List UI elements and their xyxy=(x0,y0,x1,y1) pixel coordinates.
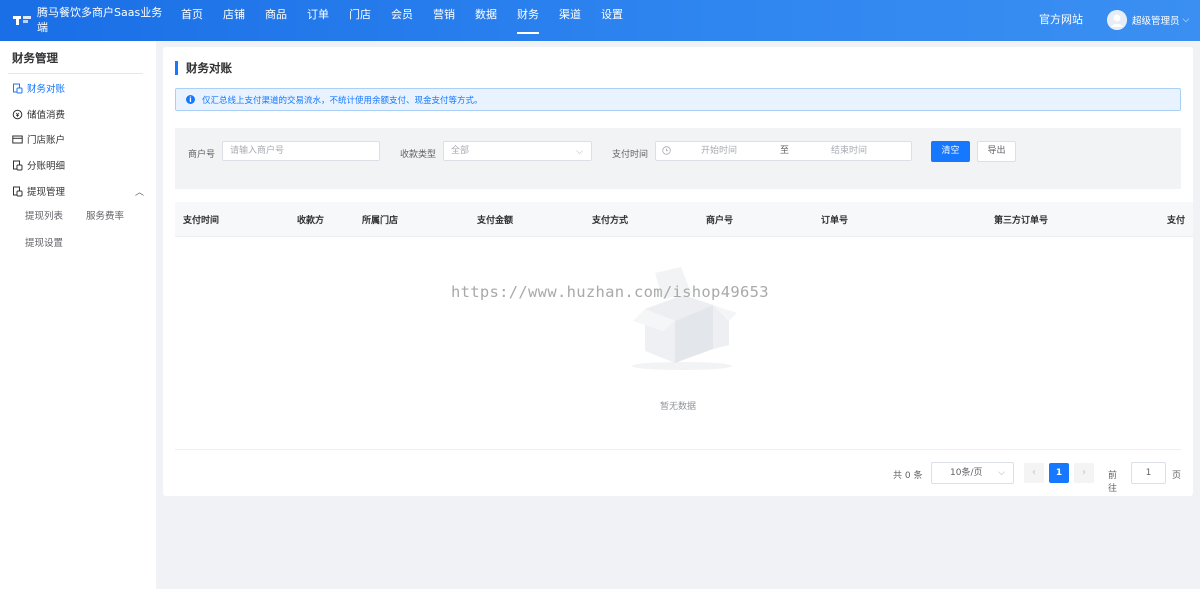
sidebar-sub-withdraw-settings[interactable]: 提现设置 xyxy=(25,235,63,249)
info-alert: i 仅汇总线上支付渠道的交易流水，不统计使用余额支付、现金支付等方式。 xyxy=(175,88,1181,111)
nav-channels[interactable]: 渠道 xyxy=(551,0,589,41)
sidebar-item-label: 门店账户 xyxy=(27,135,66,146)
page-size-select[interactable]: 10条/页 ⌵ xyxy=(931,462,1014,484)
user-menu[interactable]: 超级管理员 ⌵ xyxy=(1107,9,1189,31)
nav-data[interactable]: 数据 xyxy=(467,0,505,41)
chevron-down-icon: ⌵ xyxy=(1182,15,1190,25)
chevron-down-icon: ⌵ xyxy=(576,147,583,157)
avatar xyxy=(1107,10,1127,30)
page-unit-label: 页 xyxy=(1172,471,1182,481)
clock-icon xyxy=(662,146,671,155)
range-separator: 至 xyxy=(780,146,790,156)
nav-members[interactable]: 会员 xyxy=(383,0,421,41)
column-header: 所属门店 xyxy=(362,216,399,226)
filter-panel: 商户号 请输入商户号 收款类型 全部 ⌵ 支付时间 开始时间 至 结束时间 清空… xyxy=(175,128,1181,189)
prev-page-button[interactable]: ‹ xyxy=(1024,463,1044,483)
card-icon xyxy=(12,134,23,145)
coin-icon xyxy=(12,109,23,120)
merchant-label: 商户号 xyxy=(188,150,216,160)
table-body: https://www.huzhan.com/ishop49653 暂无数据 xyxy=(175,237,1181,450)
empty-box-icon xyxy=(632,267,737,370)
sidebar-item-withdraw[interactable]: 提现管理 xyxy=(12,183,65,199)
column-header: 第三方订单号 xyxy=(994,216,1049,226)
document-icon xyxy=(12,186,23,197)
main-nav: 首页 店铺 商品 订单 门店 会员 营销 数据 财务 渠道 设置 xyxy=(173,0,635,41)
merchant-input[interactable]: 请输入商户号 xyxy=(222,141,380,161)
payment-time-label: 支付时间 xyxy=(612,150,649,160)
info-icon: i xyxy=(186,95,195,104)
start-time-input[interactable]: 开始时间 xyxy=(701,142,737,160)
page-title: 财务对账 xyxy=(175,61,232,75)
sidebar-divider xyxy=(8,73,143,74)
main-card: 财务对账 i 仅汇总线上支付渠道的交易流水，不统计使用余额支付、现金支付等方式。… xyxy=(163,47,1193,496)
pagination-total: 共 0 条 xyxy=(893,471,923,481)
sidebar-sub-service-rate[interactable]: 服务费率 xyxy=(86,208,124,222)
column-header: 支付方式 xyxy=(592,216,629,226)
sidebar-item-label: 分账明细 xyxy=(27,161,66,172)
page-size-value: 10条/页 xyxy=(950,468,983,478)
goto-label: 前往 xyxy=(1108,471,1118,494)
document-icon xyxy=(12,83,23,94)
official-site-link[interactable]: 官方网站 xyxy=(1039,0,1083,40)
column-header: 收款方 xyxy=(297,216,325,226)
page-number-1[interactable]: 1 xyxy=(1049,463,1069,483)
payment-time-range[interactable]: 开始时间 至 结束时间 xyxy=(655,141,912,161)
nav-goods[interactable]: 商品 xyxy=(257,0,295,41)
goto-page-input[interactable]: 1 xyxy=(1131,462,1166,484)
empty-text: 暂无数据 xyxy=(659,402,696,412)
column-header: 商户号 xyxy=(706,216,734,226)
column-header: 支付 xyxy=(1167,216,1186,226)
brand[interactable]: 腾马餐饮多商户Saas业务端 xyxy=(12,5,162,37)
nav-marketing[interactable]: 营销 xyxy=(425,0,463,41)
nav-orders[interactable]: 订单 xyxy=(299,0,337,41)
brand-name: 腾马餐饮多商户Saas业务端 xyxy=(37,6,163,34)
chevron-down-icon: ⌵ xyxy=(998,468,1005,478)
column-header: 支付金额 xyxy=(477,216,514,226)
nav-finance[interactable]: 财务 xyxy=(509,0,547,41)
sidebar-item-label: 提现管理 xyxy=(27,187,66,198)
sidebar-item-store-account[interactable]: 门店账户 xyxy=(12,131,65,147)
payment-type-label: 收款类型 xyxy=(400,150,437,160)
nav-settings[interactable]: 设置 xyxy=(593,0,631,41)
brand-logo-icon xyxy=(13,16,31,25)
document-icon xyxy=(12,160,23,171)
payment-type-select[interactable]: 全部 ⌵ xyxy=(443,141,592,161)
sidebar-item-label: 财务对账 xyxy=(27,84,66,95)
sidebar-item-reconciliation[interactable]: 财务对账 xyxy=(12,80,65,96)
top-header: 腾马餐饮多商户Saas业务端 首页 店铺 商品 订单 门店 会员 营销 数据 财… xyxy=(0,0,1200,41)
clear-button[interactable]: 清空 xyxy=(931,141,970,162)
user-name: 超级管理员 xyxy=(1132,16,1180,27)
table-header: 支付时间 收款方 所属门店 支付金额 支付方式 商户号 订单号 第三方订单号 支… xyxy=(175,202,1193,237)
sidebar-item-label: 储值消费 xyxy=(27,110,66,121)
alert-text: 仅汇总线上支付渠道的交易流水，不统计使用余额支付、现金支付等方式。 xyxy=(202,95,483,106)
sidebar-title: 财务管理 xyxy=(12,51,58,65)
export-button[interactable]: 导出 xyxy=(977,141,1016,162)
next-page-button[interactable]: › xyxy=(1074,463,1094,483)
column-header: 订单号 xyxy=(821,216,849,226)
sidebar: 财务管理 财务对账 储值消费 门店账户 分账明细 提现管理 ︿ 提现列表 服务费… xyxy=(0,41,156,589)
chevron-up-icon[interactable]: ︿ xyxy=(135,185,144,198)
sidebar-item-split-detail[interactable]: 分账明细 xyxy=(12,157,65,173)
nav-shops[interactable]: 门店 xyxy=(341,0,379,41)
nav-store[interactable]: 店铺 xyxy=(215,0,253,41)
payment-type-value: 全部 xyxy=(451,146,470,156)
user-avatar-icon xyxy=(1107,10,1127,30)
end-time-input[interactable]: 结束时间 xyxy=(831,142,867,160)
column-header: 支付时间 xyxy=(183,216,220,226)
nav-home[interactable]: 首页 xyxy=(173,0,211,41)
sidebar-sub-withdraw-list[interactable]: 提现列表 xyxy=(25,208,63,222)
watermark-text: https://www.huzhan.com/ishop49653 xyxy=(451,283,769,301)
sidebar-item-stored-value[interactable]: 储值消费 xyxy=(12,106,65,122)
